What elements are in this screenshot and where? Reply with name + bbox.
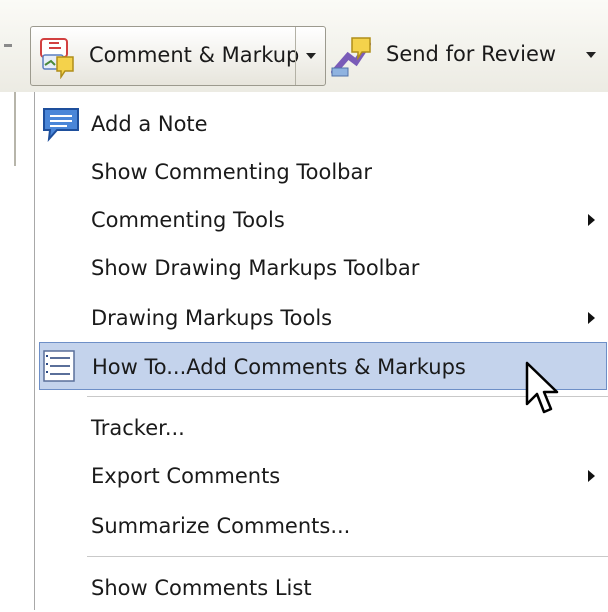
comment-markup-menu: Add a Note Show Commenting Toolbar Comme… (34, 92, 608, 610)
toolbar: Comment & Markup Send for Review (0, 0, 608, 93)
menu-separator (87, 556, 608, 557)
chevron-down-icon (586, 52, 596, 58)
menu-item-label: Show Comments List (91, 576, 312, 600)
menu-item-commenting-tools[interactable]: Commenting Tools (35, 196, 608, 244)
menu-item-export-comments[interactable]: Export Comments (35, 452, 608, 500)
note-icon (43, 108, 79, 142)
menu-item-label: Show Drawing Markups Toolbar (91, 256, 420, 280)
mouse-cursor-icon (525, 361, 559, 414)
send-for-review-button[interactable]: Send for Review (330, 26, 608, 86)
menu-item-label: Export Comments (91, 464, 281, 488)
menu-item-label: Tracker... (91, 416, 185, 440)
menu-item-label: How To...Add Comments & Markups (92, 355, 466, 379)
background-strip (0, 92, 34, 610)
menu-item-label: Drawing Markups Tools (91, 306, 333, 330)
chevron-down-icon (306, 53, 316, 59)
how-to-list-icon (43, 350, 75, 382)
menu-item-summarize-comments[interactable]: Summarize Comments... (35, 502, 608, 550)
comment-markup-split-button: Comment & Markup (30, 26, 326, 86)
menu-item-tracker[interactable]: Tracker... (35, 404, 608, 452)
menu-item-how-to-add-comments[interactable]: How To...Add Comments & Markups (39, 342, 607, 390)
menu-item-label: Commenting Tools (91, 208, 285, 232)
menu-item-show-commenting-toolbar[interactable]: Show Commenting Toolbar (35, 148, 608, 196)
send-for-review-label: Send for Review (386, 42, 557, 66)
send-for-review-icon (331, 37, 371, 77)
menu-item-label: Add a Note (91, 112, 208, 136)
submenu-arrow-icon (588, 470, 595, 482)
menu-item-label: Show Commenting Toolbar (91, 160, 372, 184)
menu-item-show-drawing-markups-toolbar[interactable]: Show Drawing Markups Toolbar (35, 244, 608, 292)
menu-item-drawing-markups-tools[interactable]: Drawing Markups Tools (35, 294, 608, 342)
submenu-arrow-icon (588, 214, 595, 226)
comment-markup-dropdown-arrow[interactable] (295, 27, 326, 85)
menu-item-add-note[interactable]: Add a Note (35, 100, 608, 148)
document-edge (14, 92, 16, 166)
toolbar-grip[interactable] (4, 44, 12, 47)
comment-markup-button[interactable]: Comment & Markup (31, 27, 299, 85)
menu-item-label: Summarize Comments... (91, 514, 351, 538)
submenu-arrow-icon (588, 312, 595, 324)
send-for-review-dropdown-arrow[interactable] (580, 26, 602, 84)
comment-markup-label: Comment & Markup (89, 43, 300, 67)
menu-item-show-comments-list[interactable]: Show Comments List (35, 564, 608, 612)
comment-markup-icon (40, 38, 74, 79)
